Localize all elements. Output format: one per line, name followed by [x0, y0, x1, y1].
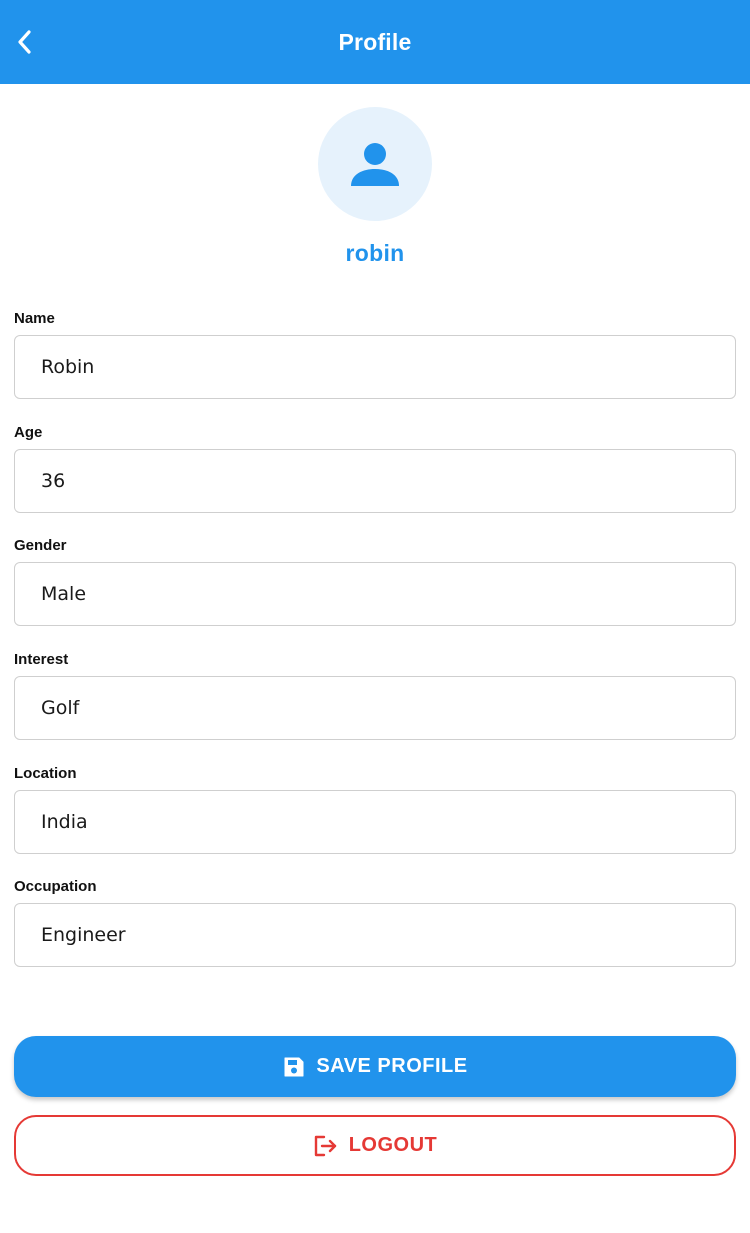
avatar: [318, 107, 432, 221]
location-field[interactable]: [14, 790, 736, 854]
age-field[interactable]: [14, 449, 736, 513]
back-button[interactable]: [10, 28, 38, 56]
logout-icon: [313, 1134, 339, 1158]
save-profile-button[interactable]: SAVE PROFILE: [14, 1036, 736, 1097]
app-bar: Profile: [0, 0, 750, 84]
interest-field[interactable]: [14, 676, 736, 740]
page-title: Profile: [338, 28, 412, 55]
gender-field[interactable]: [14, 562, 736, 626]
name-field[interactable]: [14, 335, 736, 399]
profile-username: robin: [345, 240, 405, 266]
gender-label: Gender: [14, 537, 67, 554]
location-label: Location: [14, 765, 77, 782]
interest-label: Interest: [14, 651, 69, 668]
logout-label: LOGOUT: [348, 1134, 438, 1156]
save-profile-label: SAVE PROFILE: [316, 1055, 468, 1077]
chevron-left-icon: [18, 30, 31, 54]
occupation-label: Occupation: [14, 878, 97, 895]
person-icon: [351, 143, 399, 186]
occupation-field[interactable]: [14, 903, 736, 967]
save-icon: [282, 1055, 306, 1079]
logout-button[interactable]: LOGOUT: [14, 1115, 736, 1176]
age-label: Age: [14, 424, 43, 441]
name-label: Name: [14, 310, 55, 327]
